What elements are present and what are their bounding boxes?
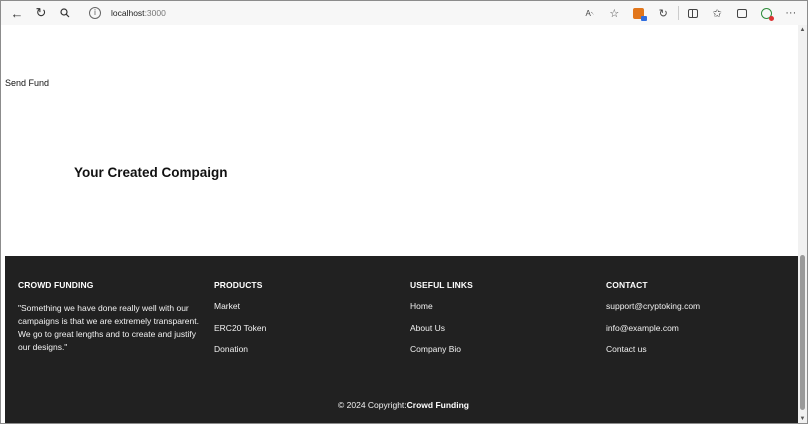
collections-icon[interactable]	[730, 1, 755, 25]
footer-contact-heading: CONTACT	[606, 280, 648, 290]
search-icon[interactable]	[53, 1, 77, 25]
nav-controls: ← ↻	[1, 1, 77, 25]
footer-useful-links: USEFUL LINKS Home About Us Company Bio	[410, 280, 473, 367]
more-icon[interactable]: ···	[779, 1, 804, 25]
footer-contact: CONTACT support@cryptoking.com info@exam…	[606, 280, 700, 367]
send-fund-label[interactable]: Send Fund	[5, 78, 49, 88]
url-host: localhost	[111, 8, 145, 18]
toolbar-divider	[677, 6, 679, 20]
footer-link-support-email[interactable]: support@cryptoking.com	[606, 301, 700, 312]
footer-useful-links-heading: USEFUL LINKS	[410, 280, 473, 290]
created-campaign-title: Your Created Compaign	[74, 165, 228, 180]
footer-link-market[interactable]: Market	[214, 301, 266, 312]
metamask-extension-icon[interactable]	[627, 1, 652, 25]
page-scrollbar[interactable]: ▲ ▼	[798, 25, 807, 423]
footer-link-about-us[interactable]: About Us	[410, 323, 473, 334]
url-port: :3000	[144, 8, 166, 18]
favorite-star-icon[interactable]: ☆	[602, 1, 627, 25]
copyright-prefix: © 2024 Copyright:	[338, 400, 407, 410]
footer-about: CROWD FUNDING "Something we have done re…	[18, 280, 203, 354]
info-icon[interactable]: i	[89, 7, 101, 19]
read-aloud-icon[interactable]: A ৲	[578, 1, 603, 25]
footer-link-home[interactable]: Home	[410, 301, 473, 312]
footer-copyright: © 2024 Copyright:Crowd Funding	[5, 400, 802, 410]
scroll-down-icon[interactable]: ▼	[799, 416, 806, 422]
address-bar[interactable]: i localhost:3000	[83, 4, 643, 22]
scroll-thumb[interactable]	[800, 255, 805, 410]
footer-products-heading: PRODUCTS	[214, 280, 263, 290]
footer-link-donation[interactable]: Donation	[214, 344, 266, 355]
favorites-icon[interactable]: ✩	[705, 1, 730, 25]
page-content: Send Fund Your Created Compaign CROWD FU…	[1, 25, 802, 423]
extension-icon[interactable]	[754, 1, 779, 25]
url-text[interactable]: localhost:3000	[111, 8, 166, 18]
refresh-icon[interactable]: ↻	[29, 1, 53, 25]
footer-about-heading: CROWD FUNDING	[18, 280, 94, 290]
browser-window: ← ↻ i localhost:3000 A ৲ ☆ ↻ ✩ ··· Send F…	[0, 0, 808, 424]
footer-link-company-bio[interactable]: Company Bio	[410, 344, 473, 355]
copyright-brand[interactable]: Crowd Funding	[407, 400, 469, 410]
footer-link-info-email[interactable]: info@example.com	[606, 323, 700, 334]
footer-about-text: "Something we have done really well with…	[18, 303, 199, 352]
footer-products: PRODUCTS Market ERC20 Token Donation	[214, 280, 266, 367]
scroll-up-icon[interactable]: ▲	[799, 27, 806, 33]
footer-link-contact-us[interactable]: Contact us	[606, 344, 700, 355]
copilot-icon[interactable]: ↻	[651, 1, 676, 25]
footer-link-erc20-token[interactable]: ERC20 Token	[214, 323, 266, 334]
site-footer: CROWD FUNDING "Something we have done re…	[5, 256, 802, 423]
toolbar-actions: A ৲ ☆ ↻ ✩ ···	[578, 1, 804, 25]
browser-toolbar: ← ↻ i localhost:3000 A ৲ ☆ ↻ ✩ ···	[1, 1, 807, 25]
back-icon[interactable]: ←	[5, 1, 29, 25]
split-screen-icon[interactable]	[681, 1, 706, 25]
